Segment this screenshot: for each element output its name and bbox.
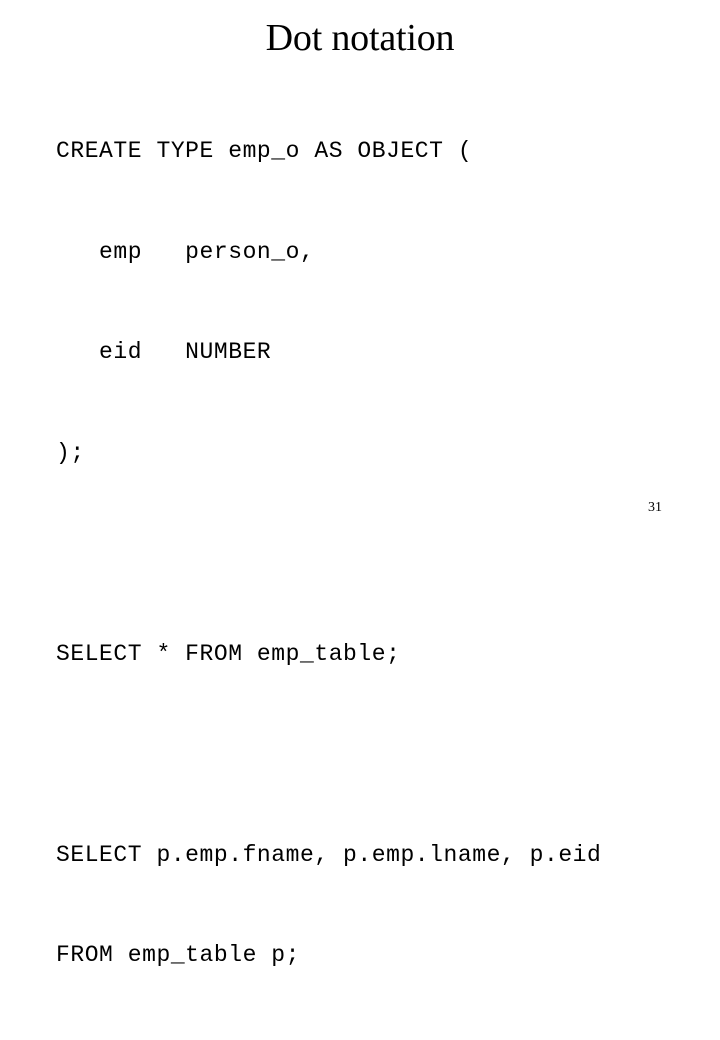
code-line: emp person_o,: [56, 238, 315, 265]
code-line: );: [56, 439, 85, 466]
code-line: eid NUMBER: [56, 339, 272, 365]
page-number: 31: [648, 500, 662, 515]
page-title: Dot notation: [265, 17, 455, 59]
code-line: SELECT p.emp.fname, p.emp.lname, p.eid: [56, 841, 602, 868]
code-line: CREATE TYPE emp_o AS OBJECT (: [56, 138, 473, 164]
code-line: FROM emp_table p;: [56, 942, 300, 968]
code-line: SELECT * FROM emp_table;: [56, 640, 401, 667]
slide-canvas: Dot notation CREATE TYPE emp_o AS OBJECT…: [0, 0, 720, 968]
code-block: CREATE TYPE emp_o AS OBJECT ( emp person…: [56, 68, 696, 1040]
